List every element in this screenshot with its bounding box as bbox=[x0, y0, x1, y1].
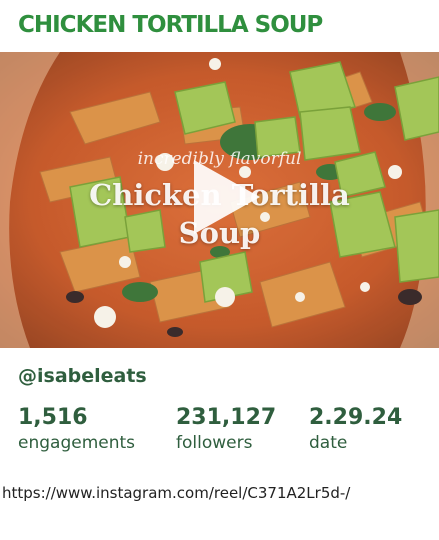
video-thumbnail[interactable]: incredibly flavorful Chicken Tortilla So… bbox=[0, 52, 439, 348]
stat-value: 1,516 bbox=[18, 405, 88, 430]
reel-link[interactable]: https://www.instagram.com/reel/C371A2Lr5… bbox=[2, 484, 350, 502]
stat-label: engagements bbox=[18, 433, 136, 453]
stat-date: 2.29.24 date bbox=[309, 404, 402, 454]
play-icon[interactable] bbox=[176, 152, 266, 242]
account-handle[interactable]: @isabeleats bbox=[18, 365, 147, 387]
stat-value: 2.29.24 bbox=[309, 405, 403, 430]
stat-label: date bbox=[309, 433, 348, 453]
page-title: CHICKEN TORTILLA SOUP bbox=[18, 12, 323, 38]
stat-followers: 231,127 followers bbox=[176, 404, 276, 454]
stat-label: followers bbox=[176, 433, 253, 453]
stat-value: 231,127 bbox=[176, 405, 277, 430]
stat-engagements: 1,516 engagements bbox=[18, 404, 135, 454]
